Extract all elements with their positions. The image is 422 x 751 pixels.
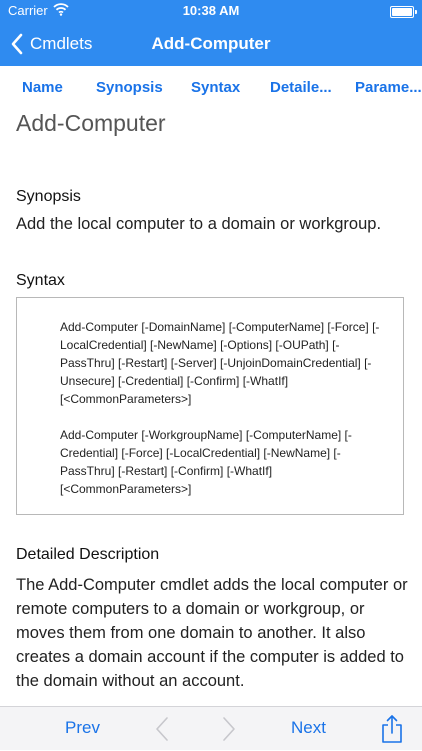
tab-name[interactable]: Name: [22, 66, 63, 110]
back-button[interactable]: Cmdlets: [10, 22, 92, 66]
tab-synopsis[interactable]: Synopsis: [96, 66, 163, 110]
chevron-right-icon[interactable]: [222, 716, 236, 742]
detailed-description-heading: Detailed Description: [16, 546, 160, 563]
battery-icon: [390, 6, 417, 18]
chevron-left-icon: [11, 33, 23, 55]
syntax-entry: Add-Computer [-DomainName] [-ComputerNam…: [60, 320, 380, 406]
clock: 10:38 AM: [182, 3, 240, 18]
chevron-left-icon[interactable]: [155, 716, 169, 742]
synopsis-heading: Synopsis: [16, 188, 81, 205]
share-icon[interactable]: [380, 714, 404, 744]
content-area[interactable]: Add-Computer Synopsis Add the local comp…: [0, 108, 422, 706]
prev-button[interactable]: Prev: [65, 707, 100, 751]
navigation-bar: Cmdlets Add-Computer: [0, 22, 422, 66]
syntax-entry: Add-Computer [-WorkgroupName] [-Computer…: [60, 428, 352, 496]
next-button[interactable]: Next: [291, 707, 326, 751]
status-bar: Carrier 10:38 AM: [0, 0, 422, 22]
back-button-label: Cmdlets: [30, 34, 93, 53]
synopsis-text: Add the local computer to a domain or wo…: [16, 215, 382, 233]
syntax-heading: Syntax: [16, 272, 65, 289]
tab-syntax[interactable]: Syntax: [191, 66, 240, 110]
syntax-box: Add-Computer [-DomainName] [-ComputerNam…: [16, 297, 404, 515]
detailed-description-text: The Add-Computer cmdlet adds the local c…: [16, 576, 408, 690]
page-title: Add-Computer: [16, 110, 166, 136]
bottom-toolbar: Prev Next: [0, 706, 422, 750]
tab-detailed-description[interactable]: Detaile...: [270, 66, 332, 110]
section-tabs: Name Synopsis Syntax Detaile... Parame..…: [0, 66, 422, 110]
tab-parameters[interactable]: Parame...: [355, 66, 422, 110]
